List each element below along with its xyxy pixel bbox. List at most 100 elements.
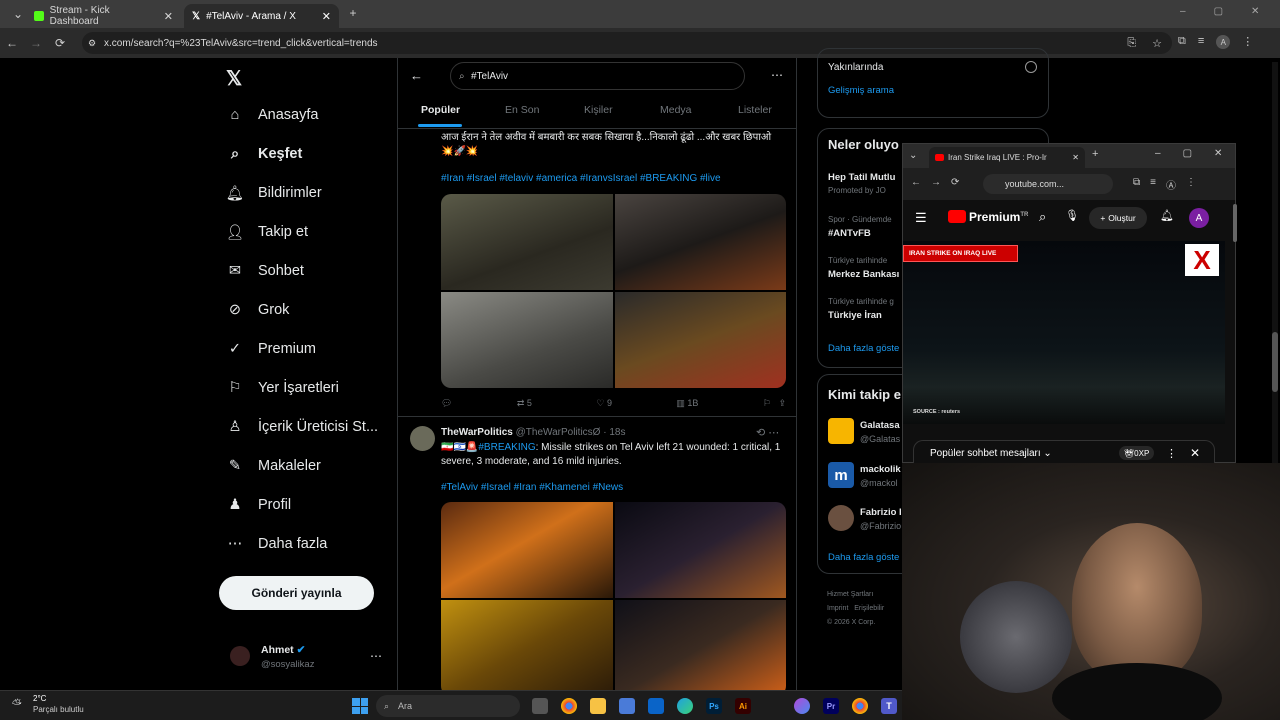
- tweet-more-icon[interactable]: ⟲ ⋯: [756, 426, 779, 439]
- tweet-time[interactable]: · 18s: [603, 427, 625, 438]
- sidebar-item-explore[interactable]: ⌕ Keşfet: [226, 145, 302, 163]
- maximize-icon[interactable]: ▢: [1214, 6, 1223, 17]
- taskbar-search[interactable]: ⌕ Ara: [376, 695, 520, 717]
- avatar[interactable]: A: [1189, 208, 1209, 228]
- youtube-premium-brand[interactable]: PremiumTR: [969, 210, 1028, 224]
- media-icon[interactable]: ≡: [1150, 177, 1156, 192]
- close-window-icon[interactable]: ✕: [1251, 6, 1259, 17]
- new-tab-plus-icon[interactable]: +: [341, 6, 365, 20]
- hamburger-menu-icon[interactable]: ☰: [915, 210, 927, 226]
- bookmark-star-icon[interactable]: ☆: [1152, 37, 1162, 50]
- footer-link[interactable]: Erişilebilir: [854, 605, 884, 612]
- sidebar-item-articles[interactable]: ✎ Makaleler: [226, 457, 321, 475]
- views-button[interactable]: ▥ 1B: [676, 398, 698, 409]
- trend-name[interactable]: Merkez Bankası: [828, 269, 899, 280]
- copilot-icon[interactable]: [794, 698, 810, 714]
- retweet-button[interactable]: ⇄ 5: [517, 398, 532, 409]
- back-arrow-icon[interactable]: ←: [410, 68, 423, 83]
- show-more-link[interactable]: Daha fazla göste: [828, 343, 899, 354]
- media-photo[interactable]: [614, 600, 786, 690]
- avatar[interactable]: [828, 505, 854, 531]
- media-photo[interactable]: [614, 502, 786, 598]
- chat-mode-selector[interactable]: Popüler sohbet mesajları ⌄: [930, 448, 1052, 459]
- sidebar-item-notifications[interactable]: 🔔︎ Bildirimler: [226, 184, 322, 202]
- tab-media[interactable]: Medya: [660, 104, 692, 116]
- teams-icon[interactable]: T: [881, 698, 897, 714]
- maximize-icon[interactable]: ▢: [1183, 148, 1192, 159]
- photoshop-icon[interactable]: Ps: [706, 698, 722, 714]
- sidebar-item-grok[interactable]: ⊘ Grok: [226, 301, 290, 319]
- sidebar-item-bookmarks[interactable]: ⚐ Yer İşaretleri: [226, 379, 339, 397]
- hashtag-breaking[interactable]: #BREAKING: [478, 442, 535, 453]
- x-logo-icon[interactable]: 𝕏: [226, 66, 242, 91]
- advanced-search-link[interactable]: Gelişmiş arama: [828, 85, 894, 96]
- author-handle[interactable]: @TheWarPoliticsØ: [516, 427, 601, 438]
- show-more-link[interactable]: Daha fazla göste: [828, 552, 899, 563]
- trend-name[interactable]: Hep Tatil Mutlu: [828, 172, 895, 183]
- trend-name[interactable]: Türkiye İran: [828, 310, 882, 321]
- search-input[interactable]: ⌕ #TelAviv: [450, 62, 745, 90]
- tweet-media-grid[interactable]: [441, 502, 786, 690]
- popup-nav-icons[interactable]: ←→⟳: [911, 177, 969, 188]
- more-options-icon[interactable]: ⋯: [771, 68, 783, 82]
- tab-people[interactable]: Kişiler: [584, 104, 613, 116]
- outlook-icon[interactable]: [648, 698, 664, 714]
- tweet-media-grid[interactable]: [441, 194, 786, 388]
- sidebar-item-messages[interactable]: ✉ Sohbet: [226, 262, 304, 280]
- author-name[interactable]: TheWarPolitics: [441, 427, 513, 438]
- sidebar-item-creator-studio[interactable]: ♙ İçerik Üreticisi St...: [226, 418, 379, 436]
- sidebar-item-profile[interactable]: ♟ Profil: [226, 496, 292, 514]
- weather-temp[interactable]: 2°C: [33, 694, 46, 703]
- create-button[interactable]: + Oluştur: [1089, 207, 1147, 229]
- tab-search-chevron-icon[interactable]: ⌄: [909, 150, 917, 161]
- file-explorer-icon[interactable]: [590, 698, 606, 714]
- close-icon[interactable]: ✕: [164, 10, 173, 23]
- media-photo[interactable]: [441, 600, 613, 690]
- location-radio[interactable]: [1025, 61, 1037, 73]
- follow-name[interactable]: Fabrizio I: [860, 507, 902, 518]
- footer-link[interactable]: Hizmet Şartları: [827, 588, 884, 602]
- search-icon[interactable]: ⌕: [1039, 209, 1046, 225]
- account-menu-icon[interactable]: ⋯: [370, 649, 382, 663]
- minimize-icon[interactable]: –: [1155, 148, 1161, 159]
- follow-name[interactable]: Galatasa: [860, 420, 900, 431]
- youtube-logo-icon[interactable]: [948, 210, 966, 223]
- store-icon[interactable]: [619, 698, 635, 714]
- tab-latest[interactable]: En Son: [505, 104, 539, 116]
- tab-kick-dashboard[interactable]: Stream - Kick Dashboard ✕: [26, 4, 181, 28]
- illustrator-icon[interactable]: Ai: [735, 698, 751, 714]
- sidebar-item-follow[interactable]: 👤︎ Takip et: [226, 223, 308, 241]
- media-icon[interactable]: ≡: [1198, 35, 1204, 49]
- reply-icon[interactable]: 💬︎: [441, 398, 452, 409]
- popup-tab[interactable]: Iran Strike Iraq LIVE : Pro-Ir ✕: [929, 147, 1085, 168]
- close-icon[interactable]: ✕: [322, 10, 331, 23]
- site-info-icon[interactable]: ⚙: [88, 38, 96, 49]
- start-windows-icon[interactable]: [352, 698, 368, 714]
- popup-scrollbar-thumb[interactable]: [1233, 204, 1237, 242]
- weather-desc[interactable]: Parçalı bulutlu: [33, 705, 84, 714]
- chrome-icon[interactable]: [561, 698, 577, 714]
- task-view-icon[interactable]: [532, 698, 548, 714]
- forward-arrow-icon[interactable]: →: [24, 36, 48, 50]
- popup-url-field[interactable]: youtube.com...: [983, 174, 1113, 194]
- chat-menu-icon[interactable]: ⋮: [1166, 447, 1177, 460]
- reload-icon[interactable]: ⟳: [48, 36, 72, 50]
- extensions-icon[interactable]: ⧉: [1178, 35, 1186, 49]
- follow-name[interactable]: mackolik: [860, 464, 901, 475]
- close-icon[interactable]: ✕: [1072, 153, 1079, 162]
- new-tab-plus-icon[interactable]: +: [1092, 148, 1098, 160]
- scrollbar-thumb[interactable]: [1272, 332, 1278, 392]
- chrome-active-icon[interactable]: [852, 698, 868, 714]
- close-icon[interactable]: ✕: [1190, 446, 1200, 460]
- minimize-icon[interactable]: –: [1180, 6, 1186, 17]
- avatar[interactable]: m: [828, 462, 854, 488]
- like-button[interactable]: ♡ 9: [596, 398, 612, 409]
- avatar[interactable]: [230, 646, 250, 666]
- tab-lists[interactable]: Listeler: [738, 104, 772, 116]
- avatar[interactable]: [410, 426, 435, 451]
- sidebar-item-home[interactable]: ⌂ Anasayfa: [226, 106, 319, 124]
- profile-avatar[interactable]: Ⓐ: [1166, 177, 1176, 192]
- tweet-hashtags[interactable]: #Iran #Israel #telaviv #america #IranvsI…: [441, 172, 721, 186]
- sidebar-item-more[interactable]: ⋯ Daha fazla: [226, 535, 328, 553]
- extensions-icon[interactable]: ⧉: [1133, 177, 1140, 192]
